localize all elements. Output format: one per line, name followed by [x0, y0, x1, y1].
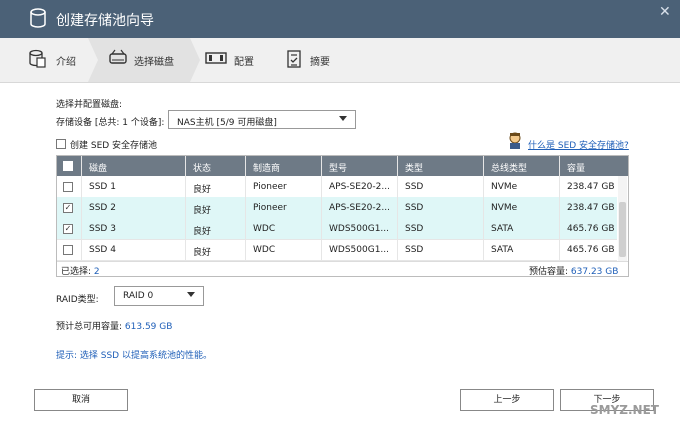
- step-label: 介绍: [56, 57, 76, 68]
- intro-icon: [29, 49, 46, 68]
- selected-count: 2: [93, 267, 100, 277]
- step-summary: 摘要: [280, 38, 360, 82]
- device-select[interactable]: NAS主机 [5/9 可用磁盘]: [168, 110, 356, 129]
- cancel-button[interactable]: 取消: [34, 389, 128, 411]
- sed-checkbox-label: 创建 SED 安全存储池: [70, 141, 158, 151]
- cell-status: 良好: [193, 227, 212, 237]
- config-icon: [205, 52, 227, 64]
- step-label: 配置: [234, 57, 254, 68]
- device-select-value: NAS主机 [5/9 可用磁盘]: [177, 118, 277, 128]
- column-header[interactable]: 制造商: [253, 161, 280, 174]
- disk-table: 磁盘 状态 制造商 型号 类型 总线类型 容量 SSD 1 良好 Pioneer AP…: [56, 155, 629, 277]
- section-title: 选择并配置磁盘:: [56, 100, 123, 110]
- cell-capacity: 238.47 GB: [567, 203, 615, 213]
- column-header[interactable]: 容量: [567, 161, 585, 174]
- cell-model: WDS500G1...: [329, 224, 390, 234]
- close-icon[interactable]: ✕: [659, 4, 671, 20]
- step-divider: [190, 38, 200, 82]
- step-intro: 介绍: [0, 38, 88, 82]
- step-config: 配置: [200, 38, 280, 82]
- column-header[interactable]: 磁盘: [89, 161, 107, 174]
- cell-status: 良好: [193, 248, 212, 258]
- storage-pool-icon: [30, 8, 46, 28]
- table-row[interactable]: ✓ SSD 3 良好 WDC WDS500G1... SSD SATA 465.76 GB: [57, 218, 617, 240]
- step-label: 选择磁盘: [134, 57, 174, 68]
- chevron-down-icon: [187, 292, 195, 297]
- prev-button[interactable]: 上一步: [460, 389, 554, 411]
- wizard-window: 创建存储池向导 ✕ 介绍 选择磁盘 配置 摘要 选择并配置磁盘: 存储设备 [总…: [0, 0, 680, 431]
- cell-vendor: WDC: [253, 224, 276, 234]
- column-header[interactable]: 状态: [193, 161, 211, 174]
- cell-model: APS-SE20-2...: [329, 182, 390, 192]
- table-row[interactable]: ✓ SSD 2 良好 Pioneer APS-SE20-2... SSD NVMe 238.4…: [57, 197, 617, 219]
- cell-capacity: 465.76 GB: [567, 245, 615, 255]
- cell-disk: SSD 2: [89, 203, 116, 213]
- cell-bus: NVMe: [491, 203, 518, 213]
- column-header[interactable]: 类型: [405, 161, 423, 174]
- cell-vendor: Pioneer: [253, 203, 287, 213]
- sed-help-link[interactable]: 什么是 SED 安全存储池?: [528, 138, 629, 151]
- usable-capacity: 预计总可用容量: 613.59 GB: [56, 322, 173, 332]
- wizard-steps: 介绍 选择磁盘 配置 摘要: [0, 38, 680, 83]
- cell-type: SSD: [405, 245, 424, 255]
- sed-checkbox[interactable]: [56, 139, 66, 149]
- cell-capacity: 238.47 GB: [567, 182, 615, 192]
- cell-bus: SATA: [491, 224, 514, 234]
- cell-disk: SSD 1: [89, 182, 116, 192]
- device-label: 存储设备 [总共: 1 个设备]:: [56, 118, 165, 128]
- help-avatar-icon[interactable]: [505, 130, 525, 150]
- cell-disk: SSD 3: [89, 224, 116, 234]
- row-checkbox[interactable]: ✓: [63, 224, 73, 234]
- table-row[interactable]: SSD 1 良好 Pioneer APS-SE20-2... SSD NVMe 238.47…: [57, 176, 617, 198]
- step-select-disk: 选择磁盘: [88, 38, 190, 82]
- selected-count-label: 已选择: 2: [61, 267, 100, 277]
- row-checkbox[interactable]: [63, 245, 73, 255]
- chevron-down-icon: [339, 116, 347, 121]
- cell-type: SSD: [405, 224, 424, 234]
- cell-vendor: WDC: [253, 245, 276, 255]
- usable-capacity-value: 613.59 GB: [124, 322, 173, 332]
- cell-status: 良好: [193, 206, 212, 216]
- raid-select[interactable]: RAID 0: [114, 286, 204, 306]
- cell-model: WDS500G1...: [329, 245, 390, 255]
- column-header[interactable]: 型号: [329, 161, 347, 174]
- step-label: 摘要: [310, 57, 330, 68]
- estimated-capacity: 预估容量: 637.23 GB: [529, 267, 619, 277]
- table-row[interactable]: SSD 4 良好 WDC WDS500G1... SSD SATA 465.76 GB: [57, 239, 617, 261]
- cell-type: SSD: [405, 182, 424, 192]
- cell-status: 良好: [193, 185, 212, 195]
- step-divider: [88, 38, 98, 82]
- window-title: 创建存储池向导: [56, 13, 154, 29]
- cell-bus: SATA: [491, 245, 514, 255]
- estimated-capacity-value: 637.23 GB: [570, 267, 619, 277]
- summary-icon: [287, 50, 301, 68]
- row-checkbox[interactable]: [63, 182, 73, 192]
- cell-type: SSD: [405, 203, 424, 213]
- scrollbar-thumb[interactable]: [619, 202, 626, 257]
- row-checkbox[interactable]: ✓: [63, 203, 73, 213]
- column-header[interactable]: 总线类型: [491, 161, 527, 174]
- watermark: SMYZ.NET: [590, 403, 659, 417]
- cell-capacity: 465.76 GB: [567, 224, 615, 234]
- raid-label: RAID类型:: [56, 295, 99, 305]
- title-bar: 创建存储池向导 ✕: [0, 0, 680, 38]
- table-header: 磁盘 状态 制造商 型号 类型 总线类型 容量: [57, 156, 628, 176]
- hint-text: 提示: 选择 SSD 以提高系统池的性能。: [56, 351, 212, 361]
- cell-bus: NVMe: [491, 182, 518, 192]
- disk-icon: [109, 49, 127, 64]
- cell-disk: SSD 4: [89, 245, 116, 255]
- table-scrollbar[interactable]: [618, 176, 627, 261]
- cell-vendor: Pioneer: [253, 182, 287, 192]
- cell-model: APS-SE20-2...: [329, 203, 390, 213]
- select-all-checkbox[interactable]: [63, 161, 73, 171]
- raid-select-value: RAID 0: [123, 291, 154, 301]
